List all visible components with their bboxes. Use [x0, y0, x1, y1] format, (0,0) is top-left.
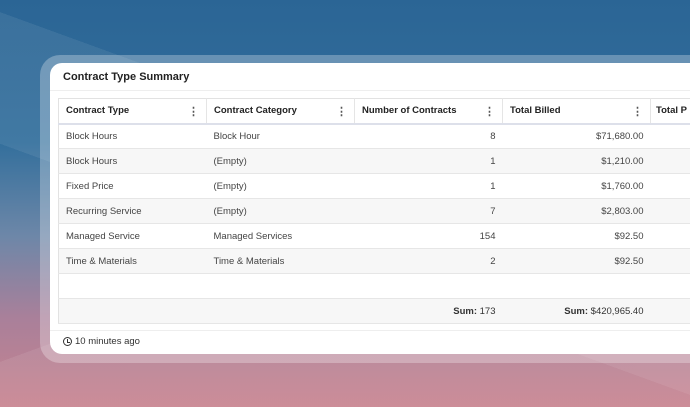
column-menu-icon[interactable]: ⋮ [336, 105, 347, 118]
table-cell: 1 [354, 173, 503, 199]
sum-label: Sum: [564, 305, 589, 317]
clock-icon [63, 337, 72, 346]
table-cell: Managed Services [206, 223, 355, 249]
column-header-total-billed[interactable]: Total Billed ⋮ [502, 98, 651, 125]
table-row[interactable]: Time & Materials Time & Materials 2 $92.50 [58, 248, 690, 274]
table-cell: $71,680.00 [502, 123, 651, 149]
table-cell [206, 298, 355, 324]
contract-type-summary-widget: Contract Type Summary Contract Type ⋮ Con… [50, 63, 690, 354]
last-updated: 10 minutes ago [63, 336, 140, 347]
sum-contracts: Sum: 173 [354, 298, 503, 324]
table-cell: $2,803.00 [502, 198, 651, 224]
table-cell: 154 [354, 223, 503, 249]
sum-value: $420,965.40 [590, 305, 644, 317]
table-cell: $92.50 [502, 223, 651, 249]
table-cell: $92.50 [502, 248, 651, 274]
table-cell: 7 [354, 198, 503, 224]
table-cell: Time & Materials [58, 248, 207, 274]
table-row[interactable]: Block Hours Block Hour 8 $71,680.00 [58, 123, 690, 149]
last-updated-text: 10 minutes ago [75, 336, 140, 347]
table-row[interactable]: Fixed Price (Empty) 1 $1,760.00 [58, 173, 690, 199]
header-label: Number of Contracts [362, 105, 457, 117]
table-cell: 1 [354, 148, 503, 174]
table-cell: (Empty) [206, 198, 355, 224]
table-row[interactable]: Block Hours (Empty) 1 $1,210.00 [58, 148, 690, 174]
table-cell: Recurring Service [58, 198, 207, 224]
divider [50, 90, 690, 91]
header-label: Contract Category [214, 105, 297, 117]
table-cell: $1,210.00 [502, 148, 651, 174]
table-cell: Managed Service [58, 223, 207, 249]
column-header-contract-type[interactable]: Contract Type ⋮ [58, 98, 207, 125]
table-cell: Time & Materials [206, 248, 355, 274]
column-header-number-of-contracts[interactable]: Number of Contracts ⋮ [354, 98, 503, 125]
table-cell [58, 298, 207, 324]
table-cell: Fixed Price [58, 173, 207, 199]
header-label: Total Billed [510, 105, 561, 117]
table-cell: (Empty) [206, 148, 355, 174]
table-row[interactable]: Recurring Service (Empty) 7 $2,803.00 [58, 198, 690, 224]
summary-table: Contract Type ⋮ Contract Category ⋮ Number… [58, 98, 690, 324]
table-cell [650, 173, 690, 199]
table-cell: $1,760.00 [502, 173, 651, 199]
table-cell: (Empty) [206, 173, 355, 199]
column-menu-icon[interactable]: ⋮ [188, 105, 199, 118]
summary-row: Sum: 173 Sum: $420,965.40 [58, 298, 690, 324]
table-cell [650, 148, 690, 174]
sum-label: Sum: [453, 305, 477, 317]
table-row[interactable]: Managed Service Managed Services 154 $92.50 [58, 223, 690, 249]
table-cell: 8 [354, 123, 503, 149]
table-cell: Block Hours [58, 123, 207, 149]
table-cell [58, 273, 690, 299]
table-cell: 2 [354, 248, 503, 274]
table-cell: Block Hours [58, 148, 207, 174]
column-menu-icon[interactable]: ⋮ [632, 105, 643, 118]
column-header-total-p[interactable]: Total P [650, 98, 690, 125]
table-cell [650, 248, 690, 274]
widget-title: Contract Type Summary [63, 71, 190, 83]
table-cell [650, 123, 690, 149]
header-label: Contract Type [66, 105, 130, 117]
divider [50, 330, 690, 331]
table-cell [650, 298, 690, 324]
sum-billed: Sum: $420,965.40 [502, 298, 651, 324]
header-label: Total P [656, 105, 687, 117]
sum-value: 173 [479, 305, 496, 317]
table-cell [650, 198, 690, 224]
empty-row [58, 273, 690, 299]
table-cell [650, 223, 690, 249]
table-cell: Block Hour [206, 123, 355, 149]
column-header-contract-category[interactable]: Contract Category ⋮ [206, 98, 355, 125]
column-menu-icon[interactable]: ⋮ [484, 105, 495, 118]
table-header: Contract Type ⋮ Contract Category ⋮ Number… [58, 98, 690, 125]
